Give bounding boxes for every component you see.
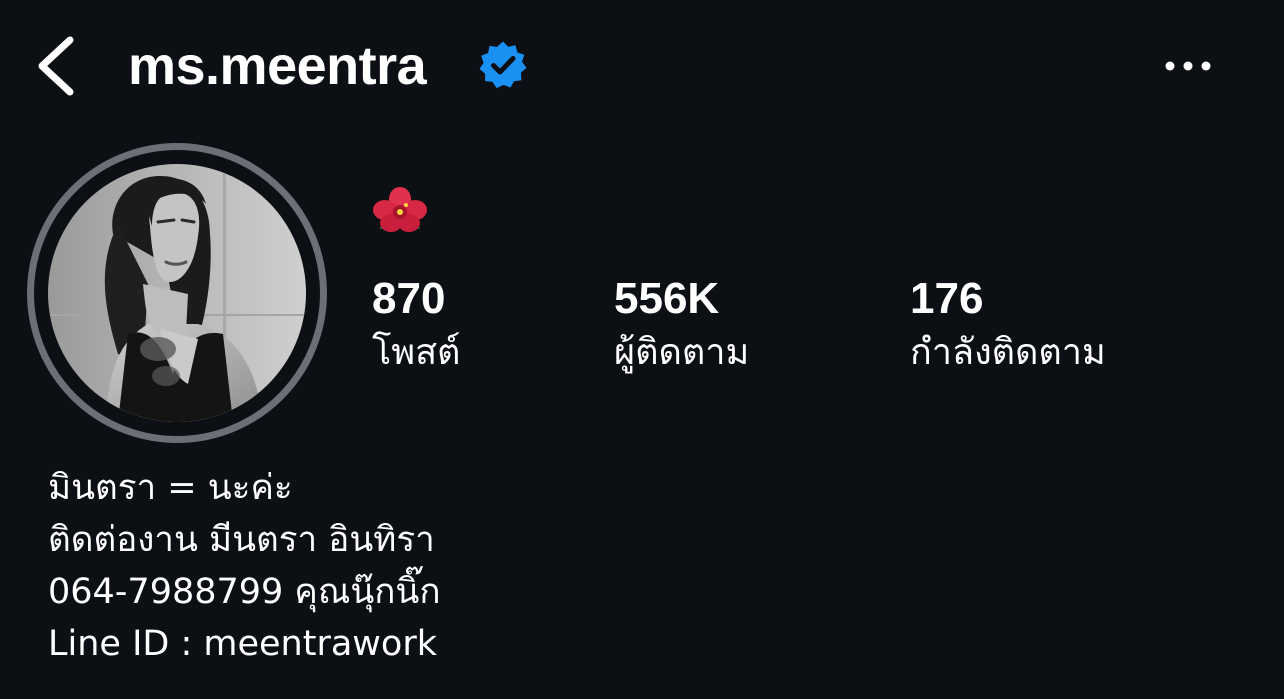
stat-following-label: กำลังติดตาม (910, 332, 1106, 373)
stat-following[interactable]: 176 กำลังติดตาม (910, 273, 1106, 381)
more-options-button[interactable] (1150, 42, 1226, 90)
profile-username: ms.meentra (128, 36, 427, 96)
bio-line: มินตรา = นะค่ะ (48, 468, 293, 508)
avatar[interactable] (48, 164, 306, 422)
bio-line: ติดต่องาน มีนตรา อินทิรา (48, 520, 435, 560)
back-button[interactable] (30, 30, 90, 102)
stat-posts-count: 870 (372, 274, 446, 323)
stat-followers[interactable]: 556K ผู้ติดตาม (614, 273, 749, 381)
verified-badge-icon (478, 40, 528, 90)
more-horizontal-icon (1165, 61, 1211, 71)
stat-following-count: 176 (910, 274, 984, 323)
profile-bio: มินตรา = นะค่ะ ติดต่องาน มีนตรา อินทิรา … (48, 462, 1228, 670)
stat-followers-label: ผู้ติดตาม (614, 332, 750, 373)
hibiscus-icon[interactable] (370, 185, 430, 241)
bio-line: Line ID : meentrawork (48, 624, 437, 664)
stat-posts[interactable]: 870 โพสต์ (372, 273, 460, 381)
chevron-left-icon (38, 36, 74, 96)
bio-line: 064-7988799 คุณนุ๊กนิ๊ก (48, 572, 441, 612)
stat-followers-count: 556K (614, 274, 720, 323)
profile-photo (48, 164, 306, 422)
stat-posts-label: โพสต์ (372, 332, 461, 373)
profile-header: ms.meentra (0, 0, 1284, 132)
